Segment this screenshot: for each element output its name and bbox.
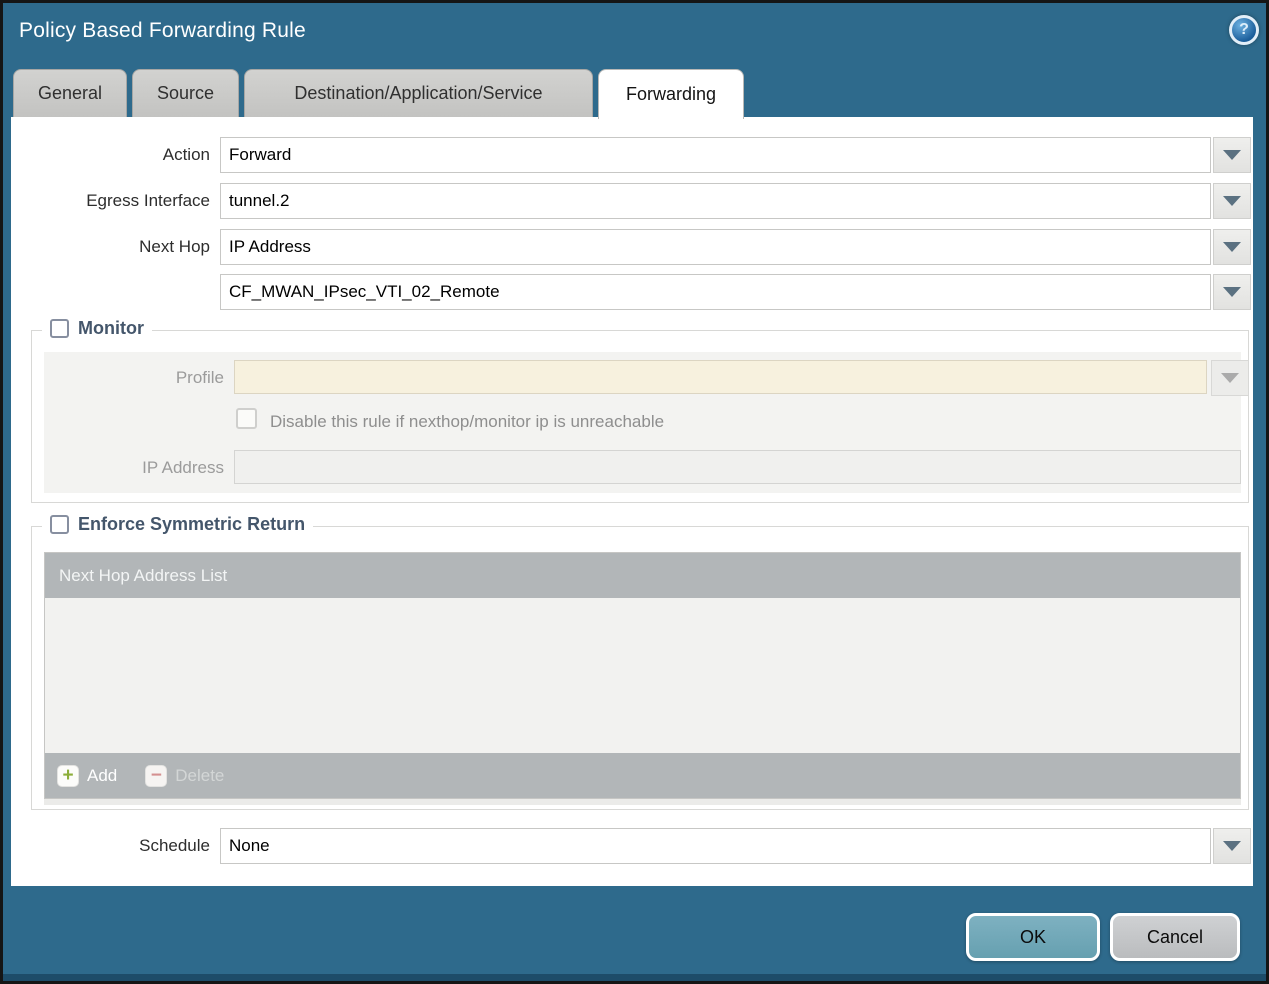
cancel-button[interactable]: Cancel [1110,913,1240,961]
disable-rule-checkbox [236,408,257,429]
next-hop-dropdown-button[interactable] [1213,229,1251,265]
next-hop-address-combo [220,274,1251,310]
next-hop-combo [220,229,1251,265]
profile-label: Profile [175,368,224,387]
egress-interface-label: Egress Interface [86,191,210,210]
monitor-legend-label: Monitor [78,318,144,338]
monitor-legend: Monitor [42,318,152,339]
schedule-combo [220,828,1251,864]
tab-destination-label: Destination/Application/Service [294,83,543,103]
next-hop-address-dropdown-button[interactable] [1213,274,1251,310]
table-bottom-strip [44,799,1241,805]
monitor-content: Profile Disable this rule if nexthop/mon… [44,352,1249,493]
tab-general[interactable]: General [13,69,127,117]
tab-destination-application-service[interactable]: Destination/Application/Service [244,69,593,117]
monitor-ip-address-label: IP Address [142,458,224,477]
next-hop-address-table-header: Next Hop Address List [45,553,1240,598]
schedule-input[interactable] [220,828,1211,864]
action-combo [220,137,1251,173]
chevron-down-icon [1223,150,1241,160]
tab-forwarding-label: Forwarding [625,84,717,104]
profile-input [234,360,1207,394]
disable-rule-label: Disable this rule if nexthop/monitor ip … [270,412,665,431]
egress-interface-combo [220,183,1251,219]
tab-general-label: General [37,83,103,103]
ok-button-label: OK [1019,926,1046,947]
egress-interface-dropdown-button[interactable] [1213,183,1251,219]
egress-interface-input[interactable] [220,183,1211,219]
action-dropdown-button[interactable] [1213,137,1251,173]
next-hop-address-table: Next Hop Address List + Add − Delete [44,552,1241,799]
tab-source-label: Source [156,83,215,103]
ok-button[interactable]: OK [966,913,1100,961]
add-button-label: Add [87,765,118,785]
plus-icon: + [57,764,79,787]
delete-button: − Delete [145,764,225,787]
chevron-down-icon [1223,196,1241,206]
next-hop-address-table-toolbar: + Add − Delete [45,753,1240,798]
symmetric-return-legend-label: Enforce Symmetric Return [78,514,306,534]
symmetric-return-legend: Enforce Symmetric Return [42,514,314,535]
profile-dropdown-button [1211,360,1249,396]
chevron-down-icon [1223,841,1241,851]
monitor-fieldset: Monitor Profile Disable this rule if nex… [31,318,1249,503]
monitor-checkbox[interactable] [50,319,69,338]
next-hop-address-table-body [45,598,1240,753]
symmetric-return-checkbox[interactable] [50,515,69,534]
minus-icon: − [145,764,168,787]
symmetric-return-fieldset: Enforce Symmetric Return Next Hop Addres… [31,514,1249,810]
cancel-button-label: Cancel [1146,926,1204,947]
action-input[interactable] [220,137,1211,173]
delete-button-label: Delete [175,765,225,785]
monitor-ip-address-input [234,450,1241,484]
next-hop-label: Next Hop [139,237,210,256]
schedule-label: Schedule [139,836,210,855]
chevron-down-icon [1223,287,1241,297]
next-hop-address-input[interactable] [220,274,1211,310]
schedule-dropdown-button[interactable] [1213,828,1251,864]
tab-forwarding[interactable]: Forwarding [598,69,744,119]
chevron-down-icon [1221,373,1239,383]
next-hop-type-input[interactable] [220,229,1211,265]
help-icon[interactable]: ? [1229,15,1259,45]
dialog-title: Policy Based Forwarding Rule [19,19,306,42]
policy-based-forwarding-dialog: Policy Based Forwarding Rule ? General S… [0,0,1269,984]
add-button[interactable]: + Add [57,764,118,787]
window-bottom-band [3,974,1266,981]
action-label: Action [162,145,210,164]
tab-source[interactable]: Source [132,69,239,117]
forwarding-tab-panel: Action Egress Interface Next Hop Monitor [11,117,1253,886]
chevron-down-icon [1223,242,1241,252]
